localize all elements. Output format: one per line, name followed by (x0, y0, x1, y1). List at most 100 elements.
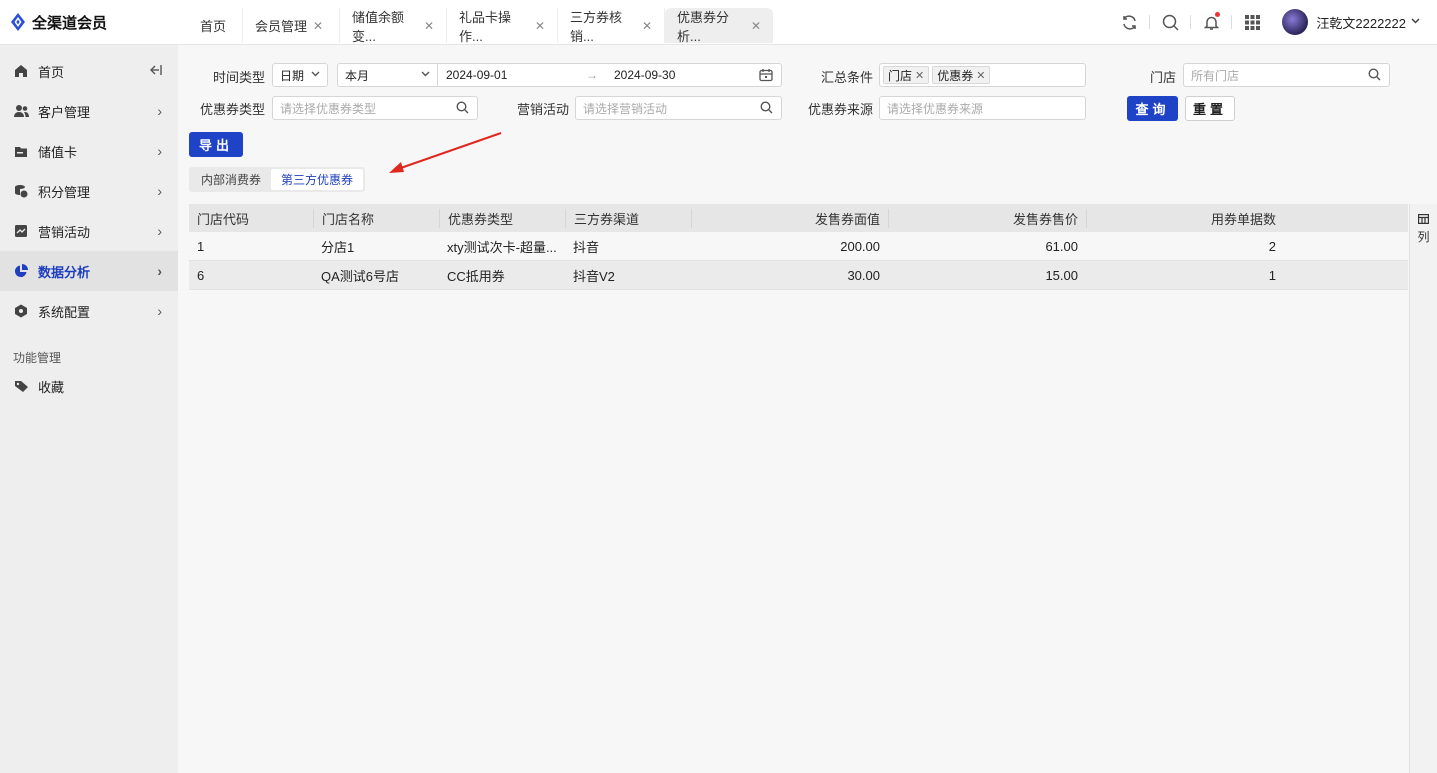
chevron-down-icon[interactable] (1410, 15, 1421, 29)
campaign-select[interactable]: 请选择营销活动 (575, 96, 782, 120)
chevron-right-icon: › (157, 183, 162, 199)
annotation-arrow-icon (389, 132, 502, 173)
sidebar-item-data-analysis[interactable]: 数据分析 › (0, 251, 178, 291)
chevron-right-icon: › (157, 143, 162, 159)
brand[interactable]: 全渠道会员 (10, 11, 107, 33)
sidebar-item-label: 营销活动 (38, 224, 91, 240)
summary-tag-store: 门店 ✕ (883, 66, 930, 84)
avatar[interactable] (1282, 9, 1309, 35)
table-cell: 2 (1268, 238, 1276, 254)
user-name[interactable]: 汪乾文2222222 (1316, 13, 1406, 32)
sidebar-item-points[interactable]: 积分管理 › (0, 171, 178, 211)
table-row[interactable]: 1 分店1 xty测试次卡-超量... 抖音 200.00 61.00 2 (189, 232, 1408, 261)
sidebar-item-home[interactable]: 首页 (0, 51, 178, 91)
period-select[interactable]: 本月 (338, 64, 438, 86)
time-type-select[interactable]: 日期 (272, 63, 328, 87)
query-button[interactable]: 查询 (1127, 96, 1178, 121)
coupon-type-select[interactable]: 请选择优惠券类型 (272, 96, 478, 120)
column-header[interactable]: 门店代码 (189, 209, 313, 228)
reset-button[interactable]: 重置 (1185, 96, 1235, 121)
table-cell: 200.00 (840, 238, 880, 254)
search-button[interactable] (1150, 8, 1190, 36)
column-settings-label: 列 (1417, 230, 1430, 244)
date-end[interactable]: 2024-09-30 (614, 68, 734, 82)
column-header[interactable]: 发售券售价 (888, 208, 1086, 228)
search-icon (1162, 14, 1179, 31)
table-header: 门店代码 门店名称 优惠券类型 三方券渠道 发售券面值 发售券售价 用券单据数 (189, 204, 1408, 232)
close-icon[interactable]: ✕ (535, 19, 545, 33)
apps-button[interactable] (1232, 8, 1272, 36)
notification-button[interactable] (1191, 8, 1231, 36)
sidebar-item-marketing[interactable]: 营销活动 › (0, 211, 178, 251)
brand-name: 全渠道会员 (32, 14, 108, 32)
close-icon[interactable]: ✕ (751, 19, 761, 33)
chevron-right-icon: › (157, 223, 162, 239)
table-cell: 抖音 (573, 239, 600, 255)
sidebar-item-label: 积分管理 (38, 184, 91, 200)
date-range-picker[interactable]: 本月 2024-09-01 → 2024-09-30 (337, 63, 782, 87)
tab-internal-coupon[interactable]: 内部消费券 (191, 169, 271, 190)
tab-third-party-coupon[interactable]: 第三方优惠券 (271, 169, 364, 190)
column-header[interactable]: 优惠券类型 (439, 208, 565, 228)
coupon-source-select[interactable]: 请选择优惠券来源 (879, 96, 1086, 120)
column-header[interactable]: 发售券面值 (691, 208, 888, 228)
data-table: 门店代码 门店名称 优惠券类型 三方券渠道 发售券面值 发售券售价 用券单据数 … (189, 204, 1408, 290)
close-icon[interactable]: ✕ (915, 69, 924, 82)
sidebar-item-favorites[interactable]: 收藏 (0, 369, 178, 403)
tab-bar: 首页 会员管理 ✕ 储值余额变... ✕ 礼品卡操作... ✕ 三方券核销... ✕ 优… (188, 5, 773, 45)
pie-icon (13, 263, 29, 279)
export-button[interactable]: 导出 (189, 132, 243, 157)
tag-label: 门店 (888, 68, 913, 83)
summary-condition-select[interactable]: 门店 ✕ 优惠券 ✕ (879, 63, 1086, 87)
close-icon[interactable]: ✕ (313, 19, 323, 33)
sidebar-item-label: 首页 (38, 64, 65, 80)
table-cell: 抖音V2 (573, 268, 615, 284)
tab-label: 三方券核销... (570, 9, 623, 44)
tab-third-party-coupon[interactable]: 三方券核销... ✕ (558, 8, 665, 44)
coupon-type-placeholder: 请选择优惠券类型 (280, 101, 377, 116)
tab-coupon-analysis[interactable]: 优惠券分析... ✕ (665, 8, 773, 44)
column-header[interactable]: 用券单据数 (1086, 208, 1284, 228)
calendar-icon[interactable] (759, 68, 773, 85)
coins-icon (13, 183, 29, 199)
date-start[interactable]: 2024-09-01 (446, 68, 586, 82)
time-type-value: 日期 (280, 68, 305, 83)
tab-home[interactable]: 首页 (188, 8, 243, 43)
table-row[interactable]: 6 QA测试6号店 CC抵用券 抖音V2 30.00 15.00 1 (189, 261, 1408, 290)
close-icon[interactable]: ✕ (976, 69, 985, 82)
tab-stored-value[interactable]: 储值余额变... ✕ (340, 8, 447, 44)
users-icon (13, 103, 29, 119)
store-select[interactable]: 所有门店 (1183, 63, 1390, 87)
column-header[interactable]: 门店名称 (313, 208, 439, 228)
column-settings-button[interactable]: 列 (1409, 204, 1437, 773)
store-placeholder: 所有门店 (1191, 68, 1240, 83)
table-cell: 1 (197, 238, 205, 254)
sidebar-item-label: 客户管理 (38, 104, 91, 120)
close-icon[interactable]: ✕ (424, 19, 434, 33)
sidebar-item-label: 收藏 (38, 379, 65, 395)
summary-tag-coupon: 优惠券 ✕ (932, 66, 991, 84)
sidebar-item-customer[interactable]: 客户管理 › (0, 91, 178, 131)
columns-icon (1418, 214, 1429, 224)
header-actions: 汪乾文2222222 (1109, 8, 1421, 36)
campaign-placeholder: 请选择营销活动 (583, 101, 668, 116)
campaign-label: 营销活动 (516, 102, 569, 117)
coupon-source-label: 优惠券来源 (807, 102, 873, 117)
sidebar-item-system-config[interactable]: 系统配置 › (0, 291, 178, 331)
refresh-icon (1123, 14, 1136, 30)
tab-gift-card[interactable]: 礼品卡操作... ✕ (447, 8, 558, 44)
summary-condition-label: 汇总条件 (820, 70, 873, 85)
tab-label: 优惠券分析... (677, 9, 730, 44)
table-cell: 分店1 (321, 239, 355, 255)
chevron-down-icon (310, 68, 321, 82)
table-cell: 6 (197, 267, 205, 283)
sidebar-item-stored-value-card[interactable]: 储值卡 › (0, 131, 178, 171)
period-value: 本月 (345, 68, 370, 83)
collapse-sidebar-icon[interactable] (148, 63, 162, 79)
tab-member-management[interactable]: 会员管理 ✕ (243, 8, 340, 43)
column-header[interactable]: 三方券渠道 (565, 208, 691, 228)
refresh-button[interactable] (1109, 8, 1149, 36)
close-icon[interactable]: ✕ (642, 19, 652, 33)
chevron-right-icon: › (157, 303, 162, 319)
store-label: 门店 (1149, 70, 1176, 85)
